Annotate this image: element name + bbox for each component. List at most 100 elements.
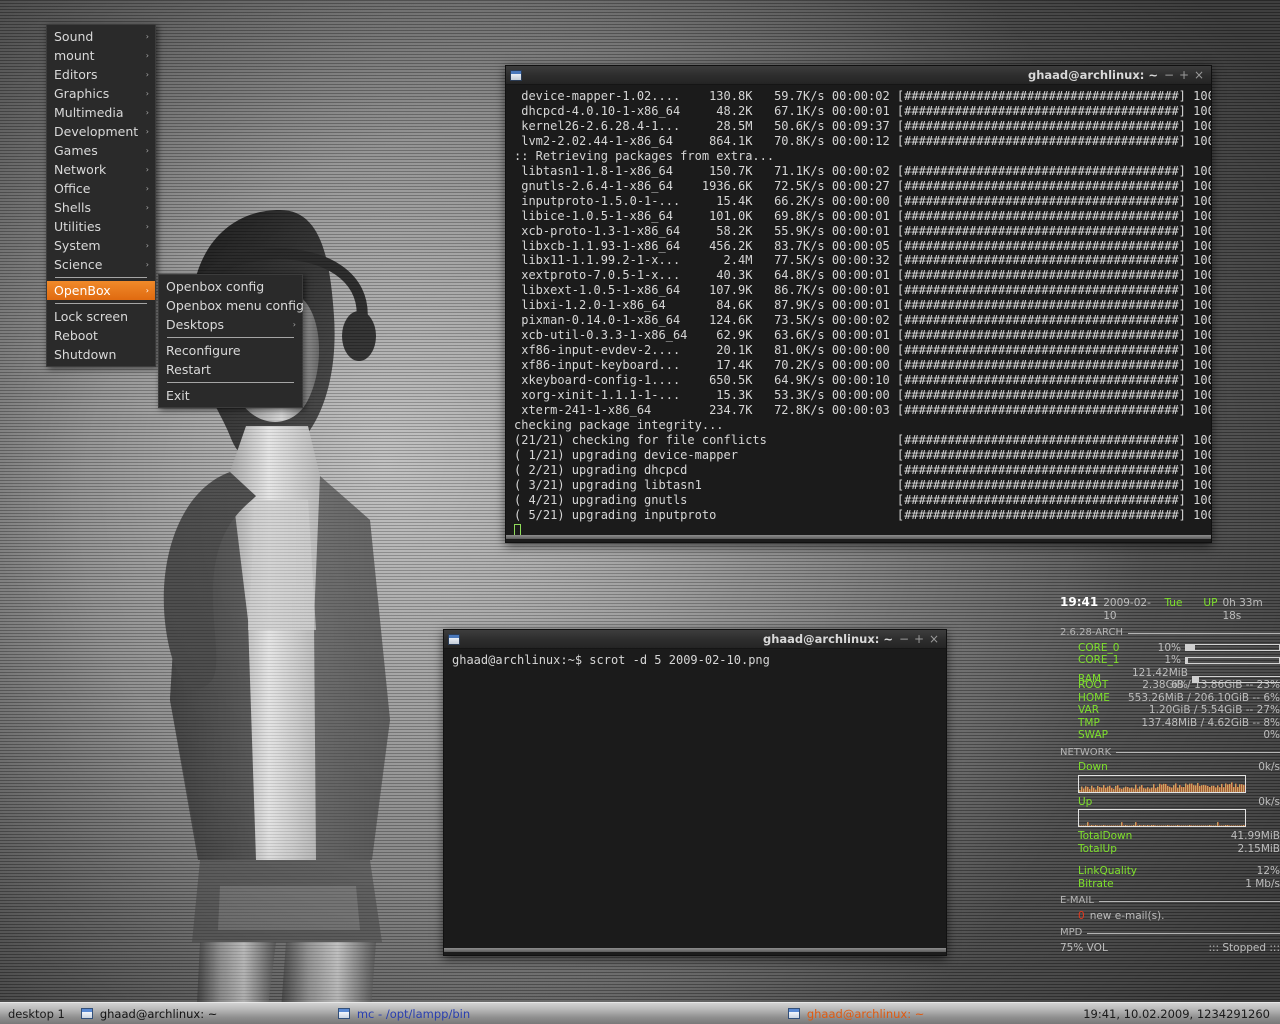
conky-filesystem-stats: ROOT 2.38GiB / 13.86GiB -- 23% HOME 553.26M… xyxy=(1060,679,1280,742)
menu-item-label: Desktops xyxy=(166,317,225,332)
menu-item-lock-screen[interactable]: Lock screen xyxy=(47,307,155,326)
menu-item-label: Games xyxy=(54,143,98,158)
window-icon xyxy=(448,633,460,645)
window-controls[interactable]: − + × xyxy=(899,633,942,645)
menu-item-network[interactable]: Network › xyxy=(47,160,155,179)
conky-stat-bar xyxy=(1185,656,1280,664)
maximize-icon[interactable]: + xyxy=(1179,69,1189,81)
terminal-line: libx11-1.1.99.2-1-x... 2.4M 77.5K/s 00:0… xyxy=(514,253,1211,268)
rule xyxy=(1128,632,1280,634)
chevron-right-icon: › xyxy=(145,165,149,174)
menu-item-openbox-menu-config[interactable]: Openbox menu config xyxy=(159,296,304,315)
chevron-right-icon: › xyxy=(145,127,149,136)
menu-item-editors[interactable]: Editors › xyxy=(47,65,155,84)
conky-linkquality-value: 12% xyxy=(1256,865,1280,877)
conky-up-value: 0k/s xyxy=(1258,795,1280,808)
menu-item-label: Reconfigure xyxy=(166,343,241,358)
conky-mount-value: 137.48MiB / 4.62GiB -- 8% xyxy=(1141,716,1280,729)
conky-email-count: 0 xyxy=(1078,909,1085,922)
desktop[interactable]: Sound › mount › Editors › Graphics › Multimedia ›… xyxy=(0,0,1280,1024)
menu-item-shutdown[interactable]: Shutdown xyxy=(47,345,155,364)
openbox-submenu[interactable]: Openbox config Openbox menu config Desktop… xyxy=(158,274,304,408)
window-title: ghaad@archlinux: ~ xyxy=(762,632,893,646)
menu-item-shells[interactable]: Shells › xyxy=(47,198,155,217)
terminal-output[interactable]: ghaad@archlinux:~$ scrot -d 5 2009-02-10… xyxy=(444,649,946,948)
menu-item-openbox-config[interactable]: Openbox config xyxy=(159,277,302,296)
menu-item-label: Development xyxy=(54,124,139,139)
menu-item-restart[interactable]: Restart xyxy=(159,360,302,379)
conky-down-graph xyxy=(1078,774,1246,793)
close-icon[interactable]: × xyxy=(1194,69,1204,81)
close-icon[interactable]: × xyxy=(929,633,939,645)
taskbar-task-button[interactable]: ghaad@archlinux: ~ xyxy=(73,1003,308,1024)
conky-mount-home: HOME 553.26MiB / 206.10GiB -- 6% xyxy=(1060,692,1280,705)
menu-item-desktops[interactable]: Desktops › xyxy=(159,315,302,334)
taskbar-task-button[interactable]: mc - /opt/lampp/bin xyxy=(308,1003,668,1024)
menu-item-label: Restart xyxy=(166,362,211,377)
conky-weekday: Tue xyxy=(1164,597,1183,609)
maximize-icon[interactable]: + xyxy=(914,633,924,645)
menu-item-label: Shells xyxy=(54,200,92,215)
terminal-line: xextproto-7.0.5-1-x... 40.3K 64.8K/s 00:… xyxy=(514,268,1211,283)
terminal-line: ( 5/21) upgrading inputproto [##########… xyxy=(514,507,1211,522)
conky-bitrate-label: Bitrate xyxy=(1078,877,1114,890)
task-list[interactable]: ghaad@archlinux: ~ mc - /opt/lampp/bin gha… xyxy=(73,1003,1073,1024)
root-menu[interactable]: Sound › mount › Editors › Graphics › Multimedia ›… xyxy=(46,24,156,367)
window-resize-grip[interactable] xyxy=(506,535,1211,539)
titlebar[interactable]: ghaad@archlinux: ~ − + × xyxy=(444,630,946,649)
menu-item-label: Utilities xyxy=(54,219,102,234)
taskbar-clock: 19:41, 10.02.2009, 1234291260 xyxy=(1083,1006,1270,1021)
menu-item-label: System xyxy=(54,238,101,253)
window-icon xyxy=(80,1008,93,1019)
conky-mount-tmp: TMP 137.48MiB / 4.62GiB -- 8% xyxy=(1060,717,1280,730)
conky-stat-ram: RAM 121.42MiB 6% xyxy=(1060,667,1280,691)
menu-item-reboot[interactable]: Reboot xyxy=(47,326,155,345)
terminal-line: checking package integrity... xyxy=(514,417,724,432)
chevron-right-icon: › xyxy=(145,222,149,231)
window-icon xyxy=(787,1008,800,1019)
menu-item-label: Openbox config xyxy=(166,279,265,294)
taskbar[interactable]: desktop 1 ghaad@archlinux: ~ mc - /opt/la… xyxy=(0,1002,1280,1024)
minimize-icon[interactable]: − xyxy=(1164,69,1174,81)
conky-stat-value: 1% xyxy=(1164,654,1181,666)
conky-totalup-label: TotalUp xyxy=(1078,842,1117,855)
menu-item-reconfigure[interactable]: Reconfigure xyxy=(159,341,302,360)
terminal-line: libice-1.0.5-1-x86_64 101.0K 69.8K/s 00:… xyxy=(514,208,1211,223)
menu-item-mount[interactable]: mount › xyxy=(47,46,155,65)
conky-kernel: 2.6.28-ARCH xyxy=(1060,627,1123,638)
taskbar-task-button[interactable]: ghaad@archlinux: ~ xyxy=(668,1003,1023,1024)
window-resize-grip[interactable] xyxy=(444,948,946,952)
menu-item-sound[interactable]: Sound › xyxy=(47,27,155,46)
menu-item-games[interactable]: Games › xyxy=(47,141,155,160)
conky-stat-label: CORE_1 xyxy=(1078,654,1120,666)
rule xyxy=(1087,932,1280,934)
terminal-line: libtasn1-1.8-1-x86_64 150.7K 71.1K/s 00:… xyxy=(514,163,1211,178)
terminal-window-pacman[interactable]: ghaad@archlinux: ~ − + × device-mapper-1… xyxy=(505,65,1212,543)
menu-item-science[interactable]: Science › xyxy=(47,255,155,274)
terminal-line: kernel26-2.6.28.4-1... 28.5M 50.6K/s 00:… xyxy=(514,118,1211,133)
terminal-line: libxext-1.0.5-1-x86_64 107.9K 86.7K/s 00… xyxy=(514,283,1211,298)
menu-item-system[interactable]: System › xyxy=(47,236,155,255)
conky-up-graph xyxy=(1078,809,1246,827)
menu-item-exit[interactable]: Exit xyxy=(159,386,302,405)
terminal-output[interactable]: device-mapper-1.02.... 130.8K 59.7K/s 00… xyxy=(506,85,1211,535)
menu-item-office[interactable]: Office › xyxy=(47,179,155,198)
minimize-icon[interactable]: − xyxy=(899,633,909,645)
chevron-right-icon: › xyxy=(145,241,149,250)
conky-email-header: E-MAIL xyxy=(1060,895,1280,908)
chevron-right-icon: › xyxy=(145,184,149,193)
conky-mount-label: ROOT xyxy=(1078,679,1109,691)
menu-item-graphics[interactable]: Graphics › xyxy=(47,84,155,103)
terminal-window-scrot[interactable]: ghaad@archlinux: ~ − + × ghaad@archlinux… xyxy=(443,629,947,956)
window-controls[interactable]: − + × xyxy=(1164,69,1207,81)
desktop-label[interactable]: desktop 1 xyxy=(0,1007,73,1021)
conky-mount-var: VAR 1.20GiB / 5.54GiB -- 27% xyxy=(1060,704,1280,717)
menu-item-utilities[interactable]: Utilities › xyxy=(47,217,155,236)
menu-item-multimedia[interactable]: Multimedia › xyxy=(47,103,155,122)
terminal-line: xcb-util-0.3.3-1-x86_64 62.9K 63.6K/s 00… xyxy=(514,328,1211,343)
menu-item-label: Reboot xyxy=(54,328,98,343)
window-icon xyxy=(510,69,522,81)
menu-item-development[interactable]: Development › xyxy=(47,122,155,141)
titlebar[interactable]: ghaad@archlinux: ~ − + × xyxy=(506,66,1211,85)
menu-item-openbox[interactable]: OpenBox › xyxy=(47,281,155,300)
